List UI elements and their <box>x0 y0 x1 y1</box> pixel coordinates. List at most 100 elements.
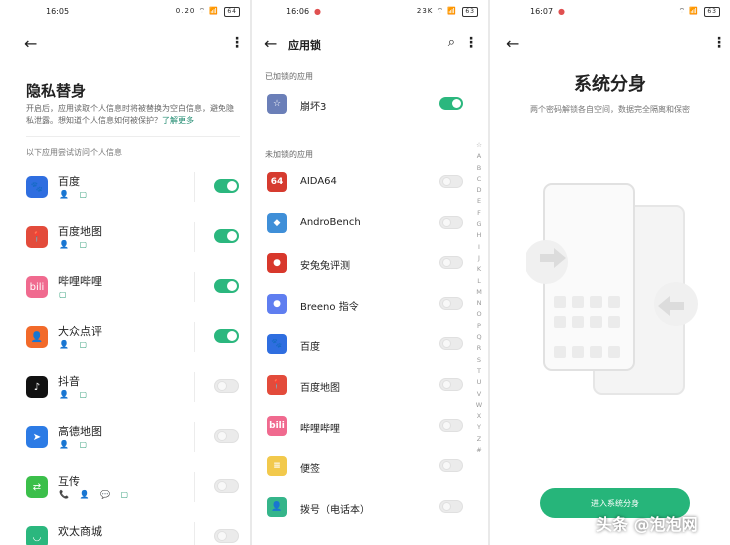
list-item[interactable]: ♪ 抖音 👤 ▢ <box>26 370 250 420</box>
alphabet-letter[interactable]: Z <box>474 434 484 445</box>
page-title: 隐私替身 <box>26 82 87 100</box>
search-icon[interactable]: ⌕ <box>448 35 455 50</box>
app-icon: 📍 <box>267 375 287 395</box>
toggle-switch[interactable] <box>214 429 239 443</box>
toggle-knob <box>442 461 451 471</box>
alphabet-letter[interactable]: P <box>474 321 484 332</box>
back-arrow-icon[interactable]: ← <box>264 36 277 52</box>
toggle-switch[interactable] <box>439 215 463 229</box>
alphabet-letter[interactable]: A <box>474 151 484 162</box>
toggle-switch[interactable] <box>439 97 463 110</box>
alphabet-letter[interactable]: M <box>474 287 484 298</box>
alphabet-letter[interactable]: # <box>474 445 484 456</box>
alphabet-index[interactable]: ☆ A B C D E F G H I J K L M N O P Q R S T U V W X Y Z # <box>474 140 484 456</box>
divider <box>194 322 195 352</box>
toggle-switch[interactable] <box>439 378 463 391</box>
app-icon: ♪ <box>26 376 48 398</box>
status-bar: 16:05 0.20 ⌔ 📶 64 <box>0 0 250 24</box>
divider <box>194 472 195 502</box>
list-item[interactable]: 🐾 百度 👤 ▢ <box>26 170 250 220</box>
toggle-switch[interactable] <box>439 296 463 310</box>
list-item[interactable]: 🐾 百度 <box>265 328 468 368</box>
alphabet-letter[interactable]: V <box>474 389 484 400</box>
alphabet-letter[interactable]: X <box>474 411 484 422</box>
app-name: 欢太商城 <box>58 525 102 538</box>
toggle-switch[interactable] <box>439 337 463 351</box>
alphabet-letter[interactable]: S <box>474 355 484 366</box>
alphabet-letter[interactable]: H <box>474 230 484 241</box>
screens: 16:05 0.20 ⌔ 📶 64 ← ⋮ 隐私替身 开启后，应用读取个人信息时… <box>0 0 730 545</box>
permission-icons: 👤 ▢ <box>59 190 92 199</box>
more-menu-icon[interactable]: ⋮ <box>712 36 726 50</box>
toggle-switch[interactable] <box>439 175 463 188</box>
alphabet-letter[interactable]: K <box>474 264 484 275</box>
app-name: AIDA64 <box>300 176 337 187</box>
alphabet-letter[interactable]: T <box>474 366 484 377</box>
alphabet-letter[interactable]: R <box>474 343 484 354</box>
permission-icons: 👤 ▢ <box>59 390 92 399</box>
app-icon: 👤 <box>26 326 48 348</box>
toggle-switch[interactable] <box>214 179 239 193</box>
toggle-switch[interactable] <box>214 229 239 243</box>
toggle-knob <box>442 177 451 186</box>
alphabet-letter[interactable]: J <box>474 253 484 264</box>
alphabet-letter[interactable]: F <box>474 208 484 219</box>
more-menu-icon[interactable]: ⋮ <box>464 36 478 50</box>
alphabet-letter[interactable]: Y <box>474 422 484 433</box>
app-icon: ➤ <box>26 426 48 448</box>
permission-icons: 👤 ▢ <box>59 440 92 449</box>
app-name: 便签 <box>300 464 320 476</box>
list-item[interactable]: ➤ 高德地图 👤 ▢ <box>26 420 250 470</box>
list-item[interactable]: ◆ AndroBench <box>265 207 468 247</box>
alphabet-letter[interactable]: B <box>474 163 484 174</box>
alphabet-letter[interactable]: C <box>474 174 484 185</box>
toggle-switch[interactable] <box>439 459 463 473</box>
alphabet-letter[interactable]: N <box>474 298 484 309</box>
toggle-switch[interactable] <box>214 479 239 493</box>
list-item[interactable]: 👤 拨号（电话本） <box>265 491 468 531</box>
list-item[interactable]: 📍 百度地图 <box>265 369 468 409</box>
app-name: AndroBench <box>300 216 361 228</box>
toggle-switch[interactable] <box>214 529 239 543</box>
app-name: 大众点评 <box>58 325 102 338</box>
alphabet-letter[interactable]: E <box>474 196 484 207</box>
back-arrow-icon[interactable]: ← <box>506 36 519 52</box>
app-name: 百度 <box>300 342 320 354</box>
app-icon: ◡ <box>26 526 48 545</box>
list-item[interactable]: ● 安兔兔评测 <box>265 247 468 287</box>
alphabet-letter[interactable]: Q <box>474 332 484 343</box>
list-item[interactable]: ⇄ 互传 📞 👤 💬 ▢ <box>26 470 250 520</box>
list-item[interactable]: 👤 大众点评 👤 ▢ <box>26 320 250 370</box>
list-item[interactable]: bili 哔哩哔哩 <box>265 410 468 450</box>
app-name: 高德地图 <box>58 425 102 438</box>
toggle-switch[interactable] <box>214 279 239 293</box>
more-menu-icon[interactable]: ⋮ <box>230 36 244 50</box>
battery-icon: 64 <box>224 7 240 17</box>
learn-more-link[interactable]: 了解更多 <box>162 116 194 125</box>
list-item[interactable]: ≡ 便签 <box>265 450 468 490</box>
toggle-switch[interactable] <box>439 256 463 270</box>
back-arrow-icon[interactable]: ← <box>24 36 37 52</box>
list-item[interactable]: 64 AIDA64 <box>265 166 468 206</box>
alphabet-letter[interactable]: L <box>474 276 484 287</box>
toggle-switch[interactable] <box>214 379 239 393</box>
battery-icon: 63 <box>462 7 478 17</box>
list-item[interactable]: ☆ 崩坏3 <box>265 88 468 128</box>
toggle-knob <box>227 281 237 291</box>
list-item[interactable]: ● Breeno 指令 <box>265 288 468 328</box>
toggle-switch[interactable] <box>439 418 463 432</box>
alphabet-letter[interactable]: W <box>474 400 484 411</box>
list-item[interactable]: 📍 百度地图 👤 ▢ <box>26 220 250 270</box>
toggle-switch[interactable] <box>214 329 239 343</box>
toggle-switch[interactable] <box>439 499 463 513</box>
alphabet-letter[interactable]: ☆ <box>474 140 484 151</box>
status-bar: 16:06 ● 23K ⌔ 📶 63 <box>252 0 488 24</box>
alphabet-letter[interactable]: D <box>474 185 484 196</box>
list-item[interactable]: ◡ 欢太商城 <box>26 520 250 545</box>
alphabet-letter[interactable]: G <box>474 219 484 230</box>
alphabet-letter[interactable]: I <box>474 242 484 253</box>
list-item[interactable]: bili 哔哩哔哩 ▢ <box>26 270 250 320</box>
alphabet-letter[interactable]: O <box>474 309 484 320</box>
alphabet-letter[interactable]: U <box>474 377 484 388</box>
toggle-knob <box>442 380 451 389</box>
